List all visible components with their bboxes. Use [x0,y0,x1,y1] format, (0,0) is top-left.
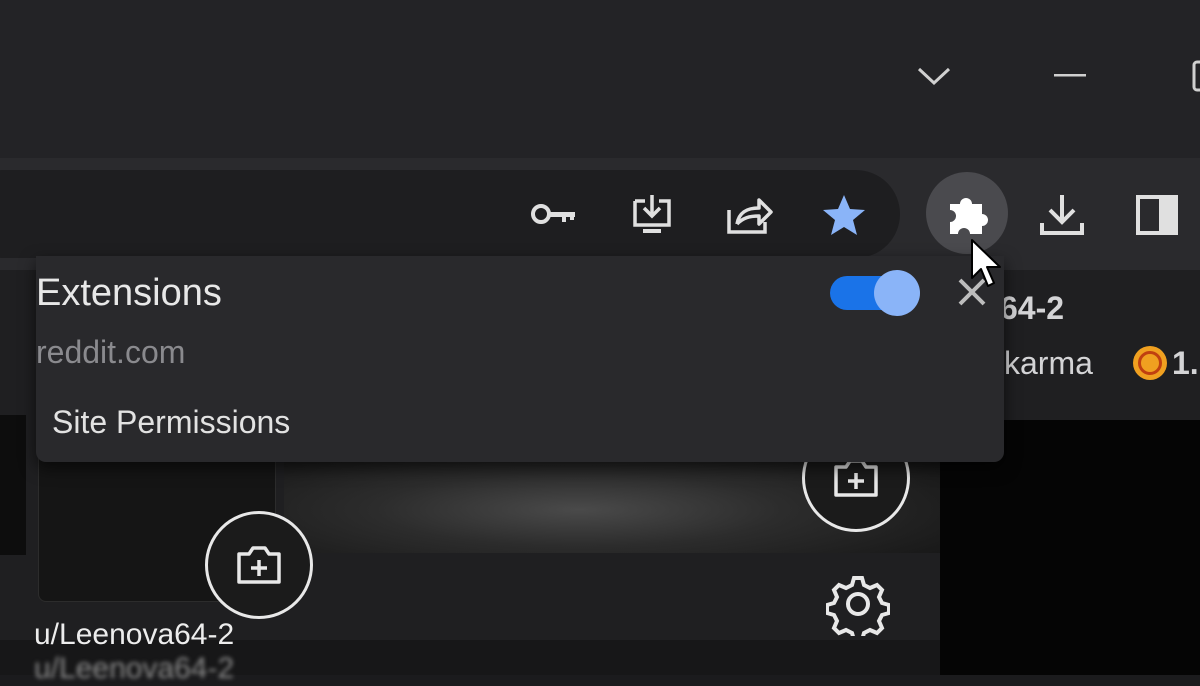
install-app-icon [633,195,671,233]
minimize-button[interactable] [1048,60,1092,90]
install-app-button[interactable] [626,190,678,240]
downloads-button[interactable] [1034,190,1090,240]
mouse-cursor-icon [970,238,1004,292]
site-access-toggle[interactable] [830,270,922,316]
maximize-button[interactable] [1186,56,1200,96]
karma-coin-icon [1133,346,1167,380]
maximize-icon [1192,60,1200,92]
popup-site-name: reddit.com [36,334,186,370]
download-icon [1040,195,1084,235]
add-image-icon [834,459,878,497]
profile-username-shadow: u/Leenova64-2 [34,652,235,685]
gear-icon [825,576,891,642]
key-icon [531,204,575,224]
side-panel-icon [1136,195,1178,235]
settings-button[interactable] [825,572,891,642]
side-panel-button[interactable] [1132,190,1182,240]
bookmark-button[interactable] [818,190,870,240]
karma-value: 1. [1172,345,1199,381]
left-image-edge [0,415,26,555]
add-avatar-image-button[interactable] [205,511,313,619]
popup-title: Extensions [36,272,222,314]
extensions-puzzle-icon [950,198,988,234]
chevron-down-icon [917,67,951,86]
password-key-button[interactable] [526,192,582,236]
site-permissions-item[interactable]: Site Permissions [52,404,290,441]
add-image-icon [237,546,281,584]
minimize-icon [1054,74,1086,77]
karma-label: karma [1004,345,1093,381]
extensions-popup: Extensions reddit.com Site Permissions [36,256,1004,462]
share-button[interactable] [722,190,776,240]
toggle-knob [874,270,920,316]
tab-search-button[interactable] [912,56,956,96]
share-icon [727,198,773,234]
username-partial: 64-2 [1000,290,1065,326]
bookmark-star-icon [823,195,865,235]
profile-username: u/Leenova64-2 [34,618,235,651]
title-bar [0,0,1200,158]
